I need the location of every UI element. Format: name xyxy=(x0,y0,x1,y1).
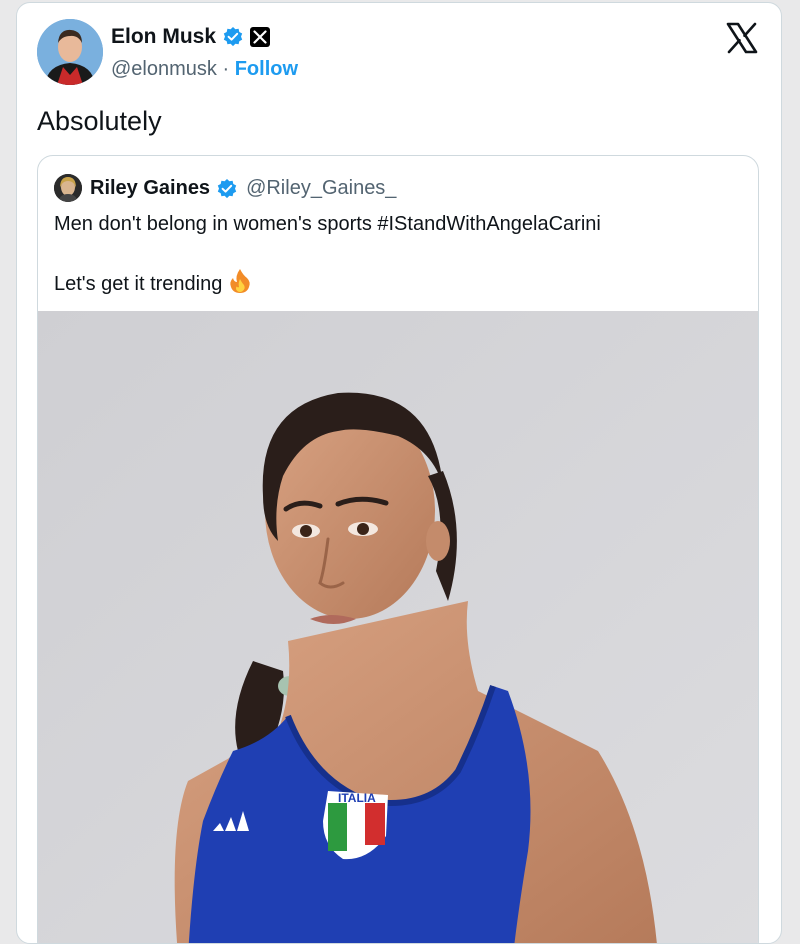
separator: · xyxy=(222,58,230,80)
quote-author-avatar[interactable] xyxy=(54,174,82,202)
author-handle-row: @elonmusk · Follow xyxy=(111,58,298,81)
author-handle[interactable]: @elonmusk xyxy=(111,58,217,80)
verified-badge-icon xyxy=(216,178,238,200)
quote-header: Riley Gaines @Riley_Gaines_ xyxy=(90,177,396,200)
quoted-tweet[interactable]: Riley Gaines @Riley_Gaines_ Men don't be… xyxy=(37,155,759,943)
x-affiliate-badge-icon xyxy=(250,27,271,47)
verified-badge-icon xyxy=(222,26,244,48)
tweet-text: Absolutely xyxy=(37,106,162,136)
quote-author-name[interactable]: Riley Gaines xyxy=(90,177,210,200)
quote-text-line-1: Men don't belong in women's sports #ISta… xyxy=(54,213,601,235)
author-avatar[interactable] xyxy=(37,19,103,85)
tweet-card: Elon Musk @elonmusk · Follow Absolutely xyxy=(16,2,782,944)
fire-icon xyxy=(228,268,252,300)
jersey-text: ITALIA xyxy=(338,791,376,805)
quote-text-line-2-label: Let's get it trending xyxy=(54,272,223,295)
quote-text-line-2: Let's get it trending xyxy=(54,268,252,300)
author-name[interactable]: Elon Musk xyxy=(111,25,216,49)
follow-button[interactable]: Follow xyxy=(235,58,298,80)
author-name-row: Elon Musk xyxy=(111,25,271,49)
quoted-tweet-photo[interactable]: ITALIA xyxy=(38,311,758,943)
quote-author-handle[interactable]: @Riley_Gaines_ xyxy=(246,177,396,200)
x-logo-icon[interactable] xyxy=(725,21,759,55)
